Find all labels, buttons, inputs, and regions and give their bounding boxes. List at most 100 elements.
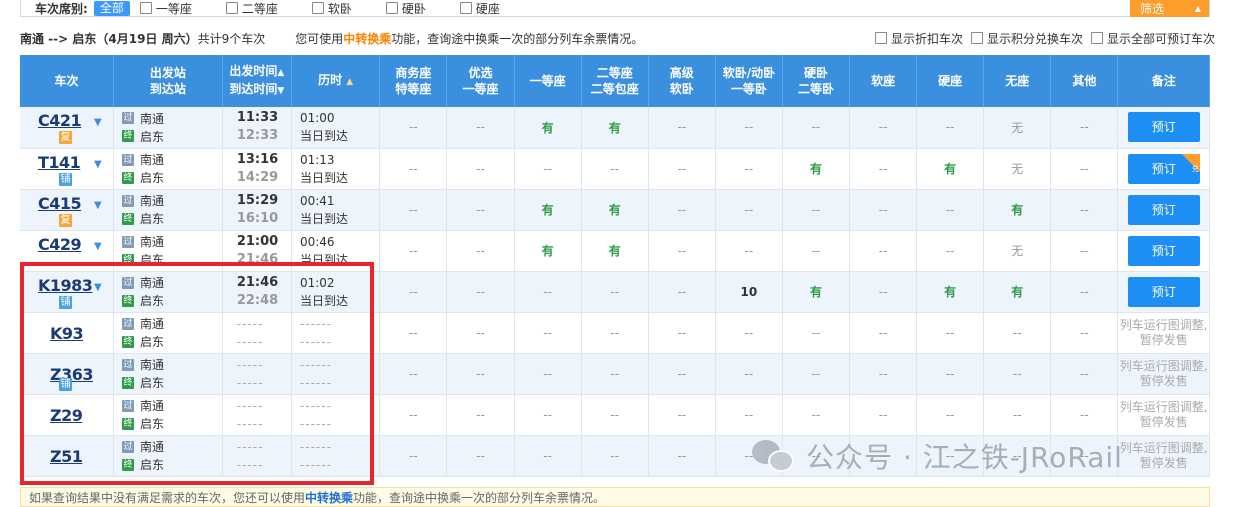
pass-station-icon: 过 xyxy=(122,194,135,207)
route-text: 南通 --> 启东（4月19日 周六） xyxy=(20,31,198,46)
checkbox[interactable] xyxy=(970,32,983,44)
chevron-down-icon[interactable]: ▼ xyxy=(94,200,102,211)
seat-cell: -- xyxy=(1050,230,1119,272)
seat-cell: -- xyxy=(446,353,515,395)
points-badge-icon: 兑 xyxy=(1181,153,1200,173)
seat-cell[interactable]: 有 xyxy=(983,189,1052,231)
seat-cell[interactable]: 有 xyxy=(581,230,649,272)
seat-cell[interactable]: 有 xyxy=(514,230,582,272)
seat-cell: -- xyxy=(715,353,783,395)
col-time[interactable]: 出发时间▲ 到达时间▼ xyxy=(222,55,292,107)
bottom-note: 如果查询结果中没有满足需求的车次，您还可以使用中转换乘功能，查询途中换乘一次的部… xyxy=(20,487,1210,507)
seat-cell[interactable]: 有 xyxy=(581,189,649,231)
chevron-down-icon[interactable]: ▼ xyxy=(94,282,102,293)
wechat-icon xyxy=(752,436,796,476)
seat-cell: 无 xyxy=(983,148,1052,190)
train-number-link[interactable]: C429 xyxy=(38,235,82,254)
book-button[interactable]: 预订 xyxy=(1127,194,1200,225)
chevron-down-icon[interactable]: ▼ xyxy=(94,117,102,128)
time-cell: ----- ----- xyxy=(222,435,292,477)
seat-cell: -- xyxy=(983,353,1052,395)
seat-cell[interactable]: 10 xyxy=(715,271,783,313)
seat-cell[interactable]: 有 xyxy=(514,189,582,231)
seat-filter-bar: 车次席别: 全部 一等座 二等座 软卧 硬卧 硬座 筛选 ▲ xyxy=(20,0,1210,17)
checkbox[interactable] xyxy=(459,2,472,14)
checkbox[interactable] xyxy=(225,2,238,14)
book-button[interactable]: 预订兑 xyxy=(1127,153,1200,184)
seat-cell: -- xyxy=(715,189,783,231)
col-station: 出发站 到达站 xyxy=(113,55,223,107)
seat-cell: -- xyxy=(446,148,515,190)
train-number-cell[interactable]: C429 ▼ xyxy=(20,230,115,272)
filter-option-hard-sleeper[interactable]: 硬卧 xyxy=(385,0,426,17)
station-cell: 过南通终启东 xyxy=(113,107,223,149)
duration-cell: ------ ------ xyxy=(291,435,381,477)
train-number-cell[interactable]: T141 ▼ 铺 xyxy=(20,148,115,190)
col-duration[interactable]: 历时 ▲ xyxy=(291,55,381,107)
seat-cell[interactable]: 有 xyxy=(916,148,985,190)
book-button[interactable]: 预订 xyxy=(1127,112,1200,143)
checkbox[interactable] xyxy=(139,2,152,14)
train-number-cell[interactable]: Z51 xyxy=(20,435,115,477)
train-number-link[interactable]: C415 xyxy=(38,194,82,213)
train-number-link[interactable]: Z51 xyxy=(50,447,83,466)
train-number-link[interactable]: T141 xyxy=(38,153,81,172)
seat-cell[interactable]: 有 xyxy=(782,271,851,313)
col-no-seat: 无座 xyxy=(983,55,1052,107)
book-button[interactable]: 预订 xyxy=(1127,276,1200,307)
seat-cell[interactable]: 有 xyxy=(983,271,1052,313)
filter-option-first[interactable]: 一等座 xyxy=(139,0,192,17)
seat-cell: -- xyxy=(916,107,985,149)
chevron-down-icon[interactable]: ▼ xyxy=(94,159,102,170)
seat-cell: -- xyxy=(916,189,985,231)
train-number-link[interactable]: K93 xyxy=(50,324,84,343)
train-number-cell[interactable]: K1983 ▼ 铺 xyxy=(20,271,115,313)
train-number-cell[interactable]: Z363 铺 xyxy=(20,353,115,395)
train-badge-icon: 铺 xyxy=(59,377,72,391)
transfer-link[interactable]: 中转换乘 xyxy=(343,30,391,47)
checkbox[interactable] xyxy=(874,32,887,44)
filter-option-second[interactable]: 二等座 xyxy=(225,0,278,17)
table-row: K1983 ▼ 铺过南通终启东 21:46 22:48 01:02 当日到达 -- -- -- --… xyxy=(20,271,1210,313)
sort-up-icon: ▲ xyxy=(346,77,354,87)
filter-option-soft-sleeper[interactable]: 软卧 xyxy=(311,0,352,17)
terminal-station-icon: 终 xyxy=(122,335,135,348)
train-number-link[interactable]: K1983 xyxy=(38,276,93,295)
train-number-cell[interactable]: C421 ▼ 复 xyxy=(20,107,115,149)
seat-cell: -- xyxy=(379,189,448,231)
train-table: 车次 出发站 到达站 出发时间▲ 到达时间▼ 历时 ▲ 商务座 特等座 优选 一等座 一… xyxy=(20,55,1210,477)
seat-cell: -- xyxy=(782,107,851,149)
chevron-down-icon[interactable]: ▼ xyxy=(94,241,102,252)
show-points-option[interactable]: 显示积分兑换车次 xyxy=(970,30,1083,47)
checkbox[interactable] xyxy=(1090,32,1103,44)
station-cell: 过南通终启东 xyxy=(113,312,223,354)
book-button[interactable]: 预订 xyxy=(1127,235,1200,266)
seat-cell[interactable]: 有 xyxy=(916,271,985,313)
show-discount-option[interactable]: 显示折扣车次 xyxy=(874,30,963,47)
seat-cell[interactable]: 有 xyxy=(782,148,851,190)
filter-all-pill[interactable]: 全部 xyxy=(93,0,130,16)
duration-cell: 01:13 当日到达 xyxy=(291,148,381,190)
filter-option-hard-seat[interactable]: 硬座 xyxy=(459,0,500,17)
remark-cell: 预订 xyxy=(1117,230,1210,272)
filter-button[interactable]: 筛选 ▲ xyxy=(1130,0,1209,17)
seat-cell: -- xyxy=(446,230,515,272)
watermark: 公众号 · 江之铁-JRoRail xyxy=(752,436,1123,476)
train-number-link[interactable]: C421 xyxy=(38,111,82,130)
seat-cell: -- xyxy=(648,312,716,354)
col-first: 一等座 xyxy=(514,55,582,107)
transfer-link-bottom[interactable]: 中转换乘 xyxy=(305,491,353,505)
checkbox[interactable] xyxy=(385,2,398,14)
checkbox[interactable] xyxy=(311,2,324,14)
train-number-cell[interactable]: C415 ▼ 复 xyxy=(20,189,115,231)
show-all-bookable-option[interactable]: 显示全部可预订车次 xyxy=(1090,30,1215,47)
train-number-cell[interactable]: Z29 xyxy=(20,394,115,436)
seat-cell: -- xyxy=(715,394,783,436)
remark-cell: 列车运行图调整,暂停发售 xyxy=(1117,435,1210,477)
train-count: 共计9个车次 xyxy=(197,31,266,46)
train-number-link[interactable]: Z29 xyxy=(50,406,83,425)
time-cell: ----- ----- xyxy=(222,312,292,354)
train-number-cell[interactable]: K93 xyxy=(20,312,115,354)
seat-cell[interactable]: 有 xyxy=(581,107,649,149)
seat-cell[interactable]: 有 xyxy=(514,107,582,149)
